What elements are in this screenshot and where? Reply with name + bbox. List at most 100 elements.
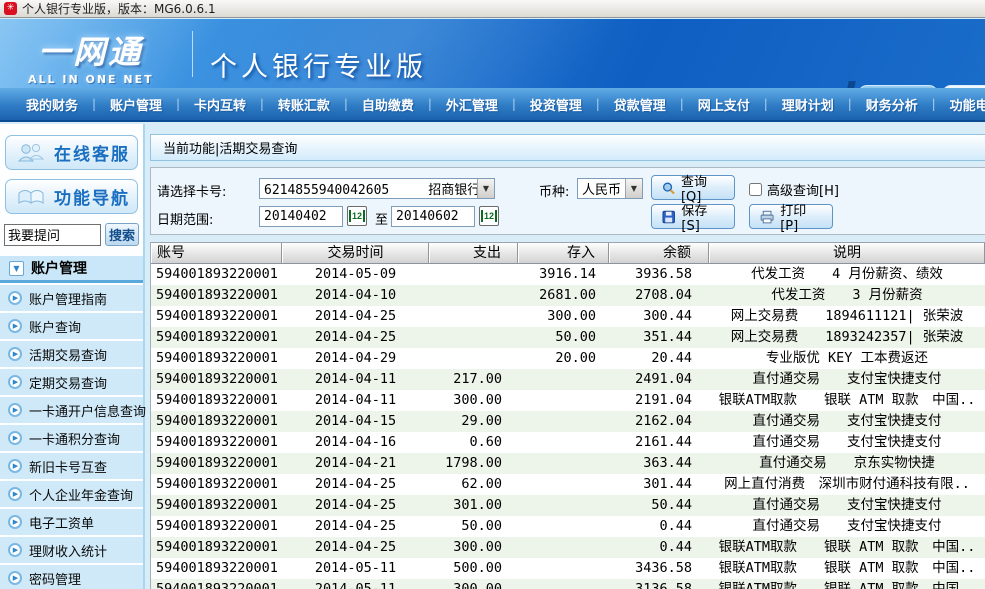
chevron-down-icon[interactable]: ▼ [9,260,24,276]
currency-select[interactable]: 人民币 ▼ [577,178,643,199]
column-header-3: 支出 [429,243,518,263]
query-form-panel: 请选择卡号: 6214855940042605 招商银行 ▼ 币种: 人民币 ▼… [150,167,985,235]
table-cell: 2014-04-25 [314,518,397,534]
table-row[interactable]: 594001893220001 2014-04-15 29.00 2162.04 直付通… [151,411,985,432]
menu-item-11[interactable]: 财务分析 [866,95,918,114]
column-header-5: 余额 [609,243,709,263]
table-row[interactable]: 594001893220001 2014-04-25 50.00 0.44 直付通交易 … [151,516,985,537]
table-row[interactable]: 594001893220001 2014-04-11 300.00 2191.04 银联… [151,390,985,411]
menu-item-7[interactable]: 投资管理 [530,95,582,114]
menu-item-10[interactable]: 理财计划 [782,95,834,114]
menu-item-2[interactable]: 账户管理 [110,95,162,114]
table-row[interactable]: 594001893220001 2014-04-25 301.00 50.44 直付通交… [151,495,985,516]
sidebar-item[interactable]: ▶ 电子工资单 [0,509,143,535]
date-from-input[interactable] [259,206,343,227]
menu-item-8[interactable]: 贷款管理 [614,95,666,114]
table-row[interactable]: 594001893220001 2014-04-16 0.60 2161.44 直付通交… [151,432,985,453]
query-button[interactable]: 查询[Q] [651,175,735,205]
table-cell: 2014-04-25 [314,497,397,513]
table-cell [429,285,518,306]
menu-item-9[interactable]: 网上支付 [698,95,750,114]
table-cell: 594001893220001 [156,539,278,555]
online-service-button[interactable]: 在线客服 [5,135,138,170]
table-cell: 594001893220001 [156,455,278,471]
chevron-down-icon[interactable]: ▼ [625,179,642,198]
save-button[interactable]: 保存[S] [651,204,735,234]
table-cell [518,390,609,411]
column-header-6: 说明 [709,243,985,263]
column-header-2: 交易时间 [282,243,429,263]
sidebar-item[interactable]: ▶ 个人企业年金查询 [0,481,143,507]
table-cell: 2014-04-25 [314,308,397,324]
table-cell: 3916.14 [539,266,596,282]
table-cell: 2014-05-11 [314,560,397,576]
calendar-icon[interactable]: 12 [347,206,367,226]
table-cell: 直付通交易 支付宝快捷支付 [752,497,942,513]
advanced-query-checkbox[interactable] [749,183,762,196]
sidebar-item[interactable]: ▶ 密码管理 [0,565,143,589]
chevron-down-icon[interactable]: ▼ [477,179,494,198]
table-row[interactable]: 594001893220001 2014-04-29 20.00 20.44 专业版优 … [151,348,985,369]
menu-separator: | [763,97,768,111]
menu-item-6[interactable]: 外汇管理 [446,95,498,114]
card-select[interactable]: 6214855940042605 招商银行 ▼ [259,178,495,199]
sidebar-item[interactable]: ▶ 一卡通积分查询 [0,425,143,451]
sidebar-item[interactable]: ▶ 活期交易查询 [0,341,143,367]
sidebar-item[interactable]: ▶ 一卡通开户信息查询 [0,397,146,423]
table-row[interactable]: 594001893220001 2014-05-09 3916.14 3936.58 代… [151,264,985,285]
table-row[interactable]: 594001893220001 2014-05-11 500.00 3436.58 银联… [151,558,985,579]
search-button[interactable]: 搜索 [105,223,139,246]
table-row[interactable]: 594001893220001 2014-04-21 1798.00 363.44 直付… [151,453,985,474]
sidebar-item[interactable]: ▶ 理财收入统计 [0,537,143,563]
table-header-row: 账号 交易时间 支出 存入 余额 说明 [151,242,985,264]
sidebar-item[interactable]: ▶ 定期交易查询 [0,369,143,395]
sidebar-item-label: 电子工资单 [29,516,95,532]
function-nav-button[interactable]: 功能导航 [5,179,138,214]
sidebar-section-account-management[interactable]: ▼ 账户管理 [0,256,143,283]
table-row[interactable]: 594001893220001 2014-04-11 217.00 2491.04 直付… [151,369,985,390]
brand-logo: 一网通 ALL IN ONE NET [28,27,154,86]
menu-item-4[interactable]: 转账汇款 [278,95,330,114]
table-cell: 2162.04 [635,413,692,429]
card-select-value: 6214855940042605 招商银行 [264,183,477,198]
date-to-input[interactable] [391,206,475,227]
column-header-4: 存入 [518,243,609,263]
table-cell: 网上交易费 1894611121| 张荣波 [730,308,964,324]
sidebar-item-label: 新旧卡号互查 [29,460,108,476]
arrow-circle-icon: ▶ [8,487,22,501]
table-cell: 217.00 [453,371,502,387]
calendar-icon[interactable]: 12 [479,206,499,226]
table-cell: 直付通交易 支付宝快捷支付 [752,413,942,429]
people-icon [17,143,45,161]
table-row[interactable]: 594001893220001 2014-04-10 2681.00 2708.04 代… [151,285,985,306]
table-cell: 网上直付消费 深圳市财付通科技有限.. [724,476,970,492]
table-row[interactable]: 594001893220001 2014-04-25 50.00 351.44 网上交易… [151,327,985,348]
table-cell: 300.00 [453,539,502,555]
table-cell [518,558,609,579]
table-cell: 2014-04-25 [314,476,397,492]
menu-item-5[interactable]: 自助缴费 [362,95,414,114]
sidebar-item[interactable]: ▶ 账户查询 [0,313,143,339]
sidebar-item[interactable]: ▶ 新旧卡号互查 [0,453,143,479]
print-button-label: 打印[P] [780,203,807,234]
table-cell: 银联ATM取款 银联 ATM 取款 中国.. [718,581,976,589]
table-cell: 3436.58 [635,560,692,576]
table-row[interactable]: 594001893220001 2014-05-11 300.00 3136.58 银联… [151,579,985,589]
menu-item-12[interactable]: 功能电 [950,95,985,114]
table-row[interactable]: 594001893220001 2014-04-25 62.00 301.44 网上直付… [151,474,985,495]
table-row[interactable]: 594001893220001 2014-04-25 300.00 300.44 网上交… [151,306,985,327]
sidebar-item-label: 理财收入统计 [29,544,108,560]
table-cell: 0.60 [469,434,502,450]
table-cell: 20.00 [555,350,596,366]
menu-item-3[interactable]: 卡内互转 [194,95,246,114]
search-input[interactable] [4,223,101,246]
table-cell: 301.00 [453,497,502,513]
sidebar-item[interactable]: ▶ 账户管理指南 [0,285,143,311]
menu-separator: | [259,97,264,111]
menu-bar: 我的财务 | 账户管理 | 卡内互转 | 转账汇款 | 自助缴费 | 外汇管理 | 投资管理 | 贷款管理 |… [0,88,985,122]
table-row[interactable]: 594001893220001 2014-04-25 300.00 0.44 银联ATM… [151,537,985,558]
menu-item-1[interactable]: 我的财务 [26,95,78,114]
print-button[interactable]: 打印[P] [749,204,833,234]
table-cell: 3936.58 [635,266,692,282]
table-cell: 0.44 [659,539,692,555]
